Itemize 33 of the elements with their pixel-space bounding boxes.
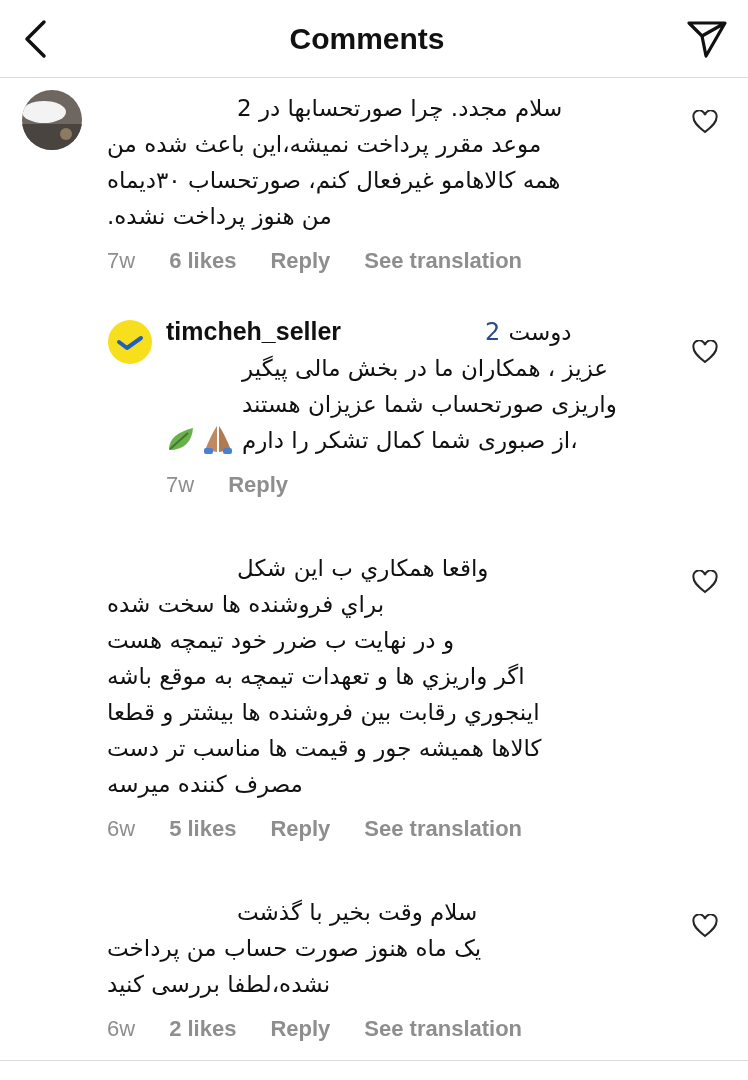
comment-text: سلام وقت بخير با گذشت	[237, 898, 478, 928]
praying-hands-icon	[202, 424, 234, 454]
likes-link[interactable]: 2 likes	[169, 1016, 237, 1042]
comment-text: براي فروشنده ها سخت شده و در نهايت ب ضرر خود تيمچه هست اگر واريزي ها و تعهدات تيمچه به موقع باشه اينجوري رقابت بين فروشنده ها بيشتر و قطعا كالاها هميشه جور و قيمت ها مناسب تر دست مصرف كننده ميرسه	[107, 590, 542, 800]
timestamp: 7w	[166, 472, 195, 498]
page-title: Comments	[289, 21, 445, 56]
like-button[interactable]	[692, 570, 718, 594]
reply-link[interactable]: Reply	[270, 1016, 331, 1042]
send-icon[interactable]	[686, 18, 728, 59]
verified-badge-icon	[108, 320, 152, 364]
see-translation-link[interactable]: See translation	[364, 1016, 523, 1042]
reply-link[interactable]: Reply	[270, 248, 331, 274]
comment-text: دوست	[508, 318, 572, 348]
like-button[interactable]	[692, 110, 718, 134]
likes-link[interactable]: 5 likes	[169, 816, 237, 842]
see-translation-link[interactable]: See translation	[364, 248, 523, 274]
reply-link[interactable]: Reply	[228, 472, 289, 498]
comment-text: سلام مجدد. چرا صورتحسابها در 2	[237, 94, 563, 124]
username[interactable]: timcheh_seller	[166, 317, 342, 346]
see-translation-link[interactable]: See translation	[364, 816, 523, 842]
timestamp: 6w	[107, 1016, 136, 1042]
back-icon[interactable]	[22, 18, 48, 59]
comment-text: واقعا همكاري ب اين شكل	[237, 554, 489, 584]
comment-text: عزیز ، همکاران ما در بخش مالی پیگیر واریزی صورتحساب شما عزیزان هستند ،از صبوری شما کمال تشکر را دارم	[242, 354, 617, 456]
comment-text: موعد مقرر پرداخت نمیشه،این باعث شده من همه کالاهامو غیرفعال کنم، صورتحساب ۳۰دیماه من هنوز پرداخت نشده.	[107, 130, 561, 232]
likes-link[interactable]: 6 likes	[169, 248, 237, 274]
like-button[interactable]	[692, 340, 718, 364]
mention-link[interactable]: 2	[485, 318, 501, 346]
timestamp: 7w	[107, 248, 136, 274]
like-button[interactable]	[692, 914, 718, 938]
comment-text: یک ماه هنوز صورت حساب من پرداخت نشده،لطفا بررسی کنید	[107, 934, 482, 1000]
timestamp: 6w	[107, 816, 136, 842]
reply-link[interactable]: Reply	[270, 816, 331, 842]
